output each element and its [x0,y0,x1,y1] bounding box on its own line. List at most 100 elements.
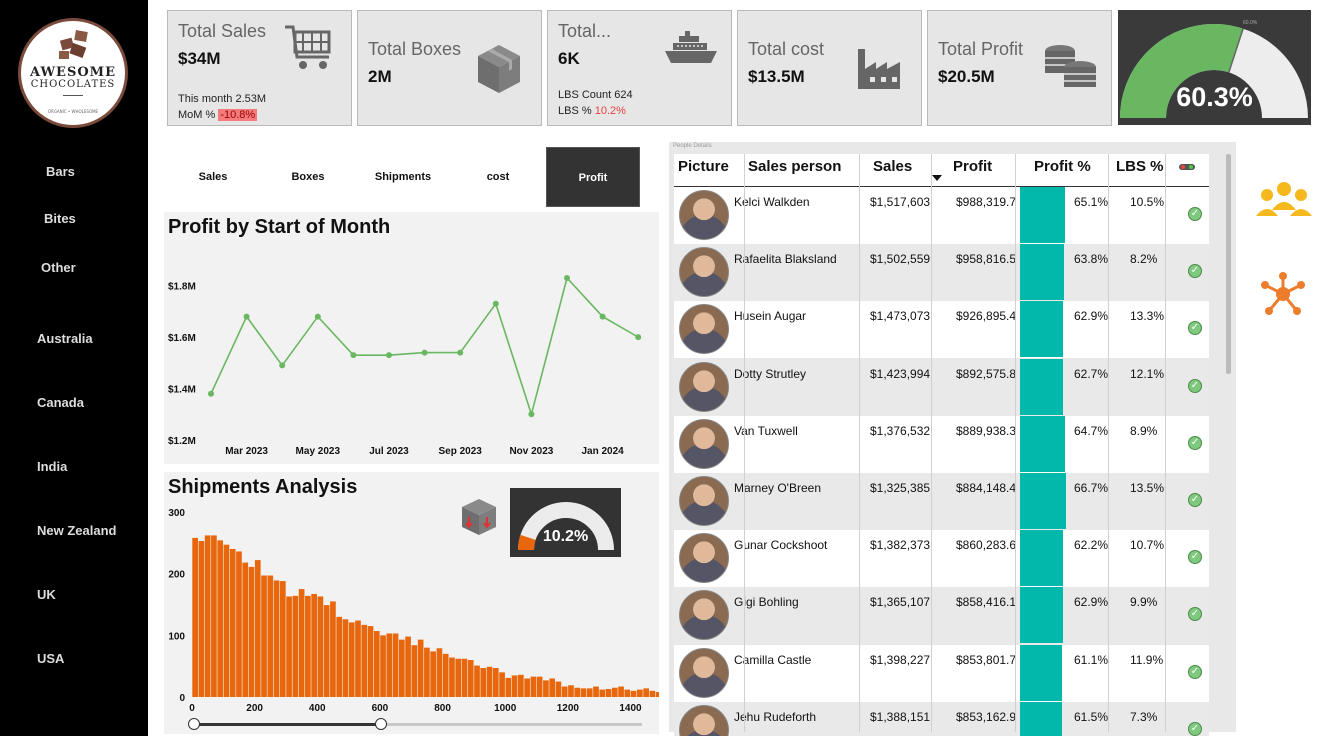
line-point[interactable] [314,313,321,320]
tab-sales[interactable]: Sales [166,147,260,207]
histogram-bar[interactable] [555,681,562,697]
table-row[interactable]: Gigi Bohling $1,365,107 $858,416.1 62.9% 9.9… [674,587,1209,645]
histogram-bar[interactable] [323,605,330,697]
nav-country-new-zealand[interactable]: New Zealand [37,523,116,538]
histogram-bar[interactable] [618,686,624,697]
histogram-bar[interactable] [254,560,261,697]
histogram-bar[interactable] [211,535,217,697]
histogram-bar[interactable] [580,688,587,697]
tab-cost[interactable]: cost [451,147,545,207]
histogram-bar[interactable] [568,685,574,697]
line-point[interactable] [208,390,214,397]
line-point[interactable] [421,349,428,356]
sort-desc-icon[interactable] [932,175,942,181]
table-row[interactable]: Jehu Rudeforth $1,388,151 $853,162.9 61.5% 7… [674,701,1209,736]
histogram-bar[interactable] [198,540,205,697]
col-sales-person[interactable]: Sales person [748,158,841,175]
histogram-bar[interactable] [474,665,480,697]
histogram-bar[interactable] [273,580,280,697]
histogram-bar[interactable] [649,690,656,697]
histogram-bar[interactable] [586,688,593,697]
nav-country-canada[interactable]: Canada [37,395,84,410]
histogram-bar[interactable] [424,647,430,697]
histogram-bar[interactable] [430,651,436,697]
nav-country-uk[interactable]: UK [37,587,56,602]
histogram-bar[interactable] [599,689,606,697]
col-profit[interactable]: Profit [953,158,992,175]
table-row[interactable]: Camilla Castle $1,398,227 $853,801.7 61.1% 1… [674,644,1209,702]
histogram-bar[interactable] [279,581,286,697]
histogram-bar[interactable] [442,653,449,697]
line-point[interactable] [528,411,535,418]
histogram-bar[interactable] [486,666,493,697]
histogram-bar[interactable] [605,688,612,697]
histogram-bar[interactable] [455,658,462,697]
line-point[interactable] [386,352,392,359]
tab-profit[interactable]: Profit [546,147,640,207]
histogram-bar[interactable] [593,686,599,697]
nav-category-other[interactable]: Other [41,260,76,275]
histogram-bar[interactable] [305,595,311,697]
histogram-bar[interactable] [367,626,374,697]
histogram-bar[interactable] [492,668,499,697]
histogram-bar[interactable] [361,624,368,697]
histogram-bar[interactable] [217,540,224,697]
tab-shipments[interactable]: Shipments [356,147,450,207]
histogram-bar[interactable] [373,631,380,697]
histogram-bar[interactable] [449,657,455,697]
range-slider-end-handle[interactable] [374,718,387,730]
table-row[interactable]: Kelci Walkden $1,517,603 $988,319.7 65.1% 10… [674,187,1209,244]
table-scrollbar[interactable] [1226,154,1231,374]
histogram-bar[interactable] [655,692,659,697]
line-point[interactable] [599,313,606,320]
histogram-bar[interactable] [499,672,505,697]
histogram-bar[interactable] [480,668,487,697]
histogram-bar[interactable] [223,544,230,697]
histogram-bar[interactable] [411,645,418,697]
tab-boxes[interactable]: Boxes [261,147,355,207]
histogram-bar[interactable] [392,633,399,697]
histogram-bar[interactable] [380,635,386,697]
histogram-bar[interactable] [643,688,649,697]
histogram-bar[interactable] [348,622,355,697]
histogram-bar[interactable] [311,594,317,697]
histogram-bar[interactable] [261,575,267,697]
nav-country-australia[interactable]: Australia [37,331,93,346]
histogram-bar[interactable] [417,639,424,697]
range-slider-track[interactable] [194,723,642,726]
line-point[interactable] [564,275,570,281]
table-row[interactable]: Gunar Cockshoot $1,382,373 $860,283.6 62.2%… [674,530,1209,588]
histogram-bar[interactable] [561,686,568,697]
histogram-bar[interactable] [467,660,474,697]
histogram-bar[interactable] [267,575,274,697]
col-picture[interactable]: Picture [678,158,729,175]
network-hub-icon[interactable] [1259,271,1307,317]
histogram-bar[interactable] [461,658,468,697]
table-row[interactable]: Marney O'Breen $1,325,385 $884,148.4 66.7% 1… [674,473,1209,530]
histogram-bar[interactable] [242,562,249,697]
line-point[interactable] [243,313,250,320]
histogram-bar[interactable] [511,675,518,697]
histogram-bar[interactable] [611,687,618,697]
histogram-bar[interactable] [229,549,236,697]
histogram-bar[interactable] [399,639,405,697]
histogram-bar[interactable] [624,689,631,697]
line-point[interactable] [350,352,357,359]
histogram-bar[interactable] [355,620,361,697]
histogram-bar[interactable] [192,537,198,697]
nav-country-india[interactable]: India [37,459,67,474]
histogram-bar[interactable] [630,690,637,697]
histogram-bar[interactable] [405,636,411,697]
histogram-bar[interactable] [637,689,643,697]
histogram-bar[interactable] [543,680,549,697]
table-row[interactable]: Husein Augar $1,473,073 $926,895.4 62.9% 13.… [674,301,1209,359]
line-point[interactable] [492,300,499,307]
line-point[interactable] [635,334,642,341]
table-row[interactable]: Dotty Strutley $1,423,994 $892,575.8 62.7% 1… [674,358,1209,416]
line-point[interactable] [457,349,464,356]
histogram-bar[interactable] [298,589,305,697]
histogram-bar[interactable] [342,619,349,697]
histogram-bar[interactable] [330,601,336,697]
col-profit-pct[interactable]: Profit % [1034,158,1091,175]
histogram-bar[interactable] [574,687,581,697]
